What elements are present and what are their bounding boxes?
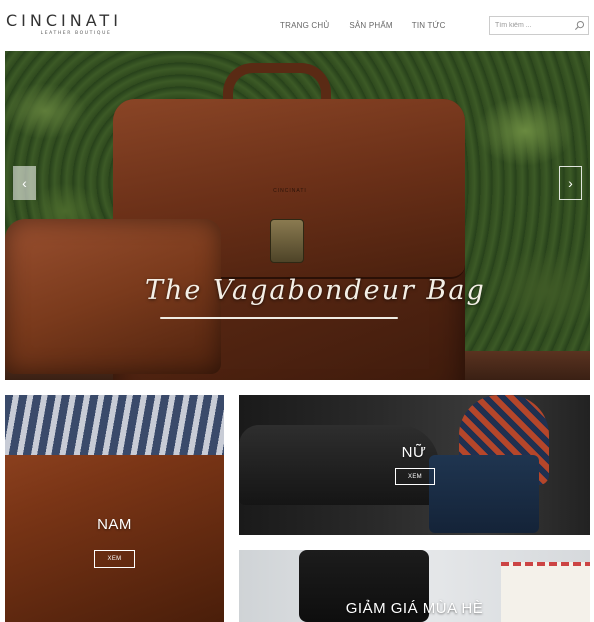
chevron-left-icon: ‹ [22, 175, 27, 191]
women-background-image [239, 425, 439, 505]
view-men-button[interactable]: XEM [94, 550, 135, 568]
brand-tagline: LEATHER BOUTIQUE [40, 31, 112, 36]
chevron-right-icon: › [568, 175, 573, 191]
site-header: CINCINATI LEATHER BOUTIQUE TRANG CHỦ SẢN… [0, 0, 594, 50]
brand-logo[interactable]: CINCINATI LEATHER BOUTIQUE [6, 11, 146, 37]
search-icon[interactable] [574, 20, 585, 31]
carousel-prev-button[interactable]: ‹ [13, 166, 36, 200]
hero-banner[interactable]: CINCINATI The Vagabondeur Bag ‹ › [5, 51, 590, 380]
brand-name: CINCINATI [6, 11, 122, 30]
nav-item-products[interactable]: SẢN PHẨM [349, 21, 392, 30]
briefcase-clasp-image [270, 219, 304, 263]
carousel-next-button[interactable]: › [559, 166, 582, 200]
search-box [489, 16, 589, 35]
nav-item-home[interactable]: TRANG CHỦ [280, 21, 329, 30]
category-title-women: NỮ [401, 444, 427, 461]
view-women-button[interactable]: XEM [395, 468, 435, 485]
hero-title-underline [160, 317, 398, 319]
category-tile-women[interactable]: NỮ XEM [239, 395, 590, 535]
women-tote-image [429, 455, 539, 533]
hero-title: The Vagabondeur Bag [145, 275, 486, 306]
category-tile-men[interactable]: NAM XEM [5, 395, 224, 622]
category-tile-summer-sale[interactable]: GIẢM GIÁ MÙA HÈ [239, 550, 590, 622]
bag-brand-stamp: CINCINATI [273, 188, 307, 194]
nav-item-news[interactable]: TIN TỨC [412, 21, 446, 30]
category-title-summer-sale: GIẢM GIÁ MÙA HÈ [345, 600, 484, 617]
main-nav: TRANG CHỦ SẢN PHẨM TIN TỨC [280, 21, 446, 30]
category-title-men: NAM [97, 516, 132, 533]
search-input[interactable] [490, 17, 574, 34]
men-shirt-image [5, 395, 224, 455]
